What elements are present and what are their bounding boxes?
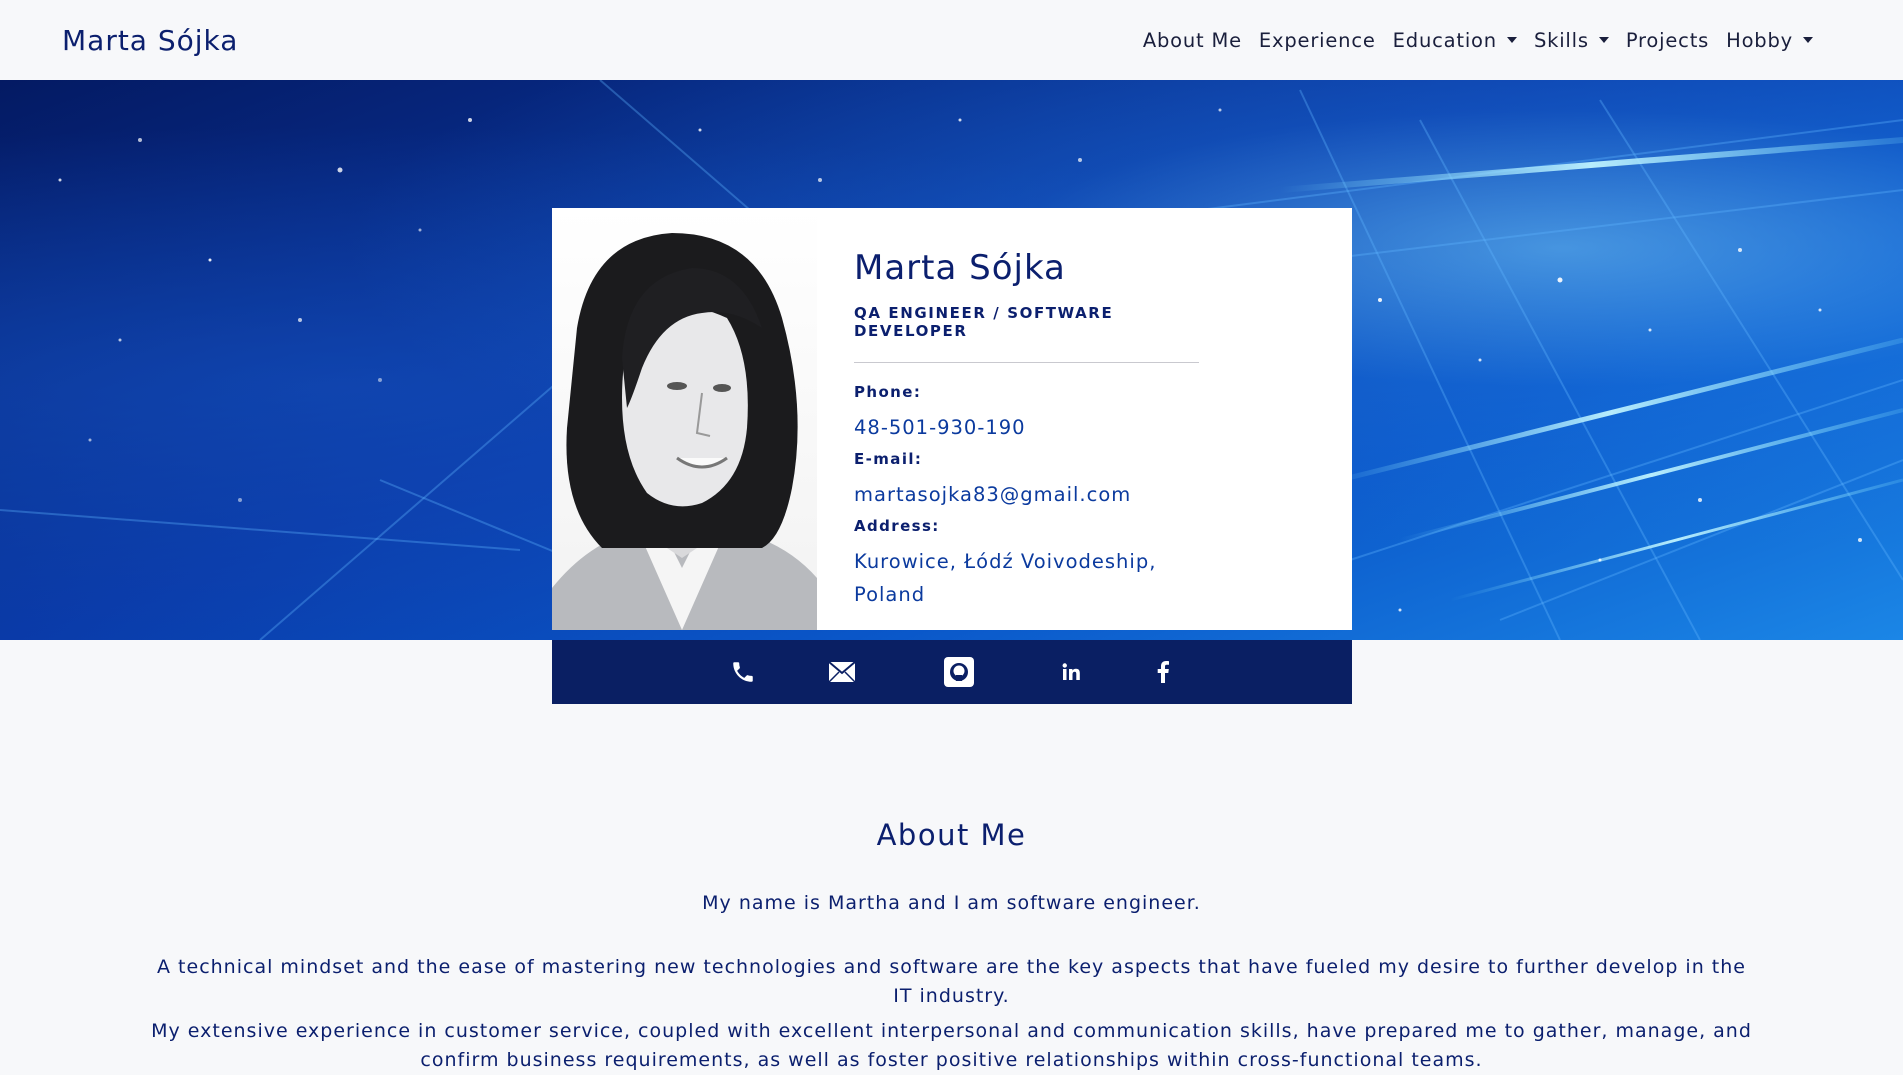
nav-item-hobby[interactable]: Hobby bbox=[1726, 29, 1813, 52]
profile-card: Marta Sójka QA ENGINEER / SOFTWARE DEVEL… bbox=[552, 208, 1352, 630]
caret-down-icon bbox=[1598, 37, 1609, 43]
nav-label: Education bbox=[1392, 28, 1497, 52]
caret-down-icon bbox=[1506, 37, 1517, 43]
address-label: Address: bbox=[854, 517, 940, 535]
nav-item-projects[interactable]: Projects bbox=[1626, 29, 1709, 52]
nav-menu: About Me Experience Education Skills Pro… bbox=[1143, 29, 1813, 52]
github-icon[interactable] bbox=[944, 657, 974, 687]
facebook-icon[interactable] bbox=[1148, 657, 1178, 687]
nav-item-about-me[interactable]: About Me bbox=[1143, 29, 1242, 52]
about-title: About Me bbox=[876, 818, 1027, 852]
mail-icon[interactable] bbox=[827, 657, 857, 687]
nav-item-education[interactable]: Education bbox=[1393, 29, 1517, 52]
brand-link[interactable]: Marta Sójka bbox=[62, 24, 238, 57]
nav-label: Skills bbox=[1533, 28, 1589, 52]
email-value: martasojka83@gmail.com bbox=[854, 483, 1132, 506]
nav-item-skills[interactable]: Skills bbox=[1534, 29, 1609, 52]
profile-role: QA ENGINEER / SOFTWARE DEVELOPER bbox=[854, 304, 1114, 340]
profile-photo bbox=[552, 208, 817, 630]
linkedin-icon[interactable] bbox=[1056, 657, 1086, 687]
navbar: Marta Sójka About Me Experience Educatio… bbox=[0, 0, 1903, 80]
nav-item-experience[interactable]: Experience bbox=[1259, 29, 1376, 52]
profile-name: Marta Sójka bbox=[854, 248, 1066, 288]
portrait-image bbox=[552, 233, 817, 630]
social-bar bbox=[552, 640, 1352, 704]
divider bbox=[854, 362, 1199, 363]
about-paragraph: My name is Martha and I am software engi… bbox=[702, 892, 1201, 914]
caret-down-icon bbox=[1803, 37, 1813, 43]
nav-label: Experience bbox=[1258, 28, 1376, 52]
nav-label: Hobby bbox=[1726, 28, 1793, 52]
about-paragraph: My extensive experience in customer serv… bbox=[151, 1020, 1752, 1071]
phone-icon[interactable] bbox=[728, 657, 758, 687]
nav-label: About Me bbox=[1142, 28, 1242, 52]
about-paragraph: A technical mindset and the ease of mast… bbox=[157, 956, 1746, 1007]
nav-label: Projects bbox=[1625, 28, 1710, 52]
email-label: E-mail: bbox=[854, 450, 923, 468]
phone-label: Phone: bbox=[854, 383, 922, 401]
address-value: Kurowice, Łódź Voivodeship, Poland bbox=[854, 550, 1157, 606]
phone-value: 48-501-930-190 bbox=[854, 416, 1026, 439]
profile-info: Marta Sójka QA ENGINEER / SOFTWARE DEVEL… bbox=[854, 248, 1199, 611]
